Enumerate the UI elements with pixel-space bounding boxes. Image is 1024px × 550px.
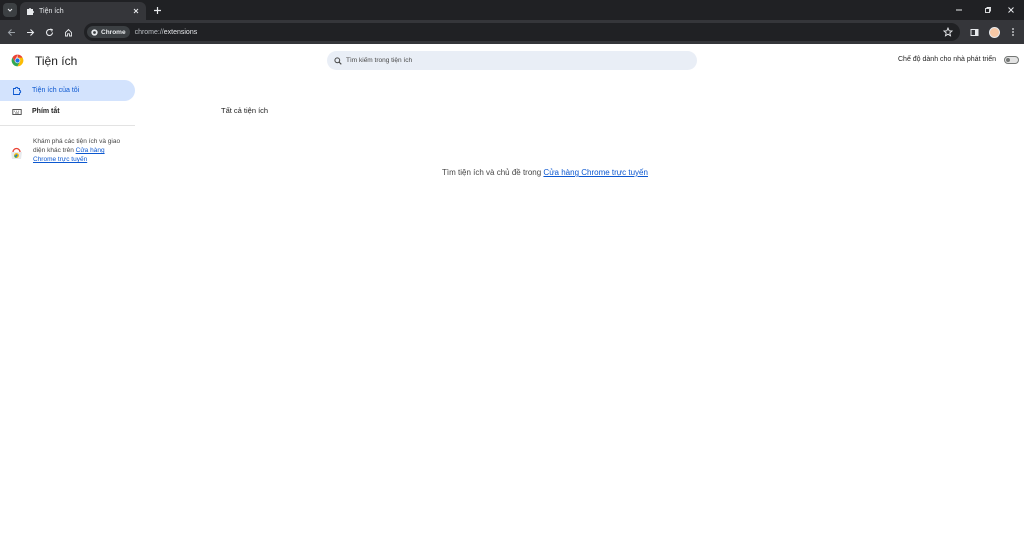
search-input[interactable]: Tìm kiếm trong tiện ích	[327, 51, 697, 70]
address-bar[interactable]: Chrome chrome://extensions	[84, 23, 960, 41]
web-store-link[interactable]: Cửa hàng Chrome trực tuyến	[543, 168, 648, 177]
reload-button[interactable]	[42, 25, 56, 39]
avatar	[988, 26, 1000, 38]
url-scheme: chrome://	[134, 28, 164, 36]
minimize-button[interactable]	[946, 0, 972, 20]
back-button[interactable]	[4, 25, 18, 39]
chip-label: Chrome	[101, 28, 126, 36]
url-host: extensions	[163, 28, 198, 36]
extensions-header: Tiện ích Tìm kiếm trong tiện ích Chế độ …	[0, 44, 1024, 78]
url-text: chrome://extensions	[135, 29, 198, 36]
toggle-knob	[1006, 58, 1010, 62]
web-store-promo: Khám phá các tiện ích và giao diện khác …	[10, 137, 135, 164]
new-tab-button[interactable]	[150, 3, 164, 17]
dev-mode-label: Chế độ dành cho nhà phát triển	[898, 56, 997, 63]
tab-search-button[interactable]	[3, 3, 17, 17]
sidebar-item-my-extensions[interactable]: Tiện ích của tôi	[0, 80, 135, 101]
chevron-down-icon	[7, 8, 13, 12]
sidebar-item-shortcuts[interactable]: Phím tắt	[0, 101, 135, 122]
home-icon	[64, 28, 72, 36]
close-icon[interactable]	[132, 7, 140, 15]
bookmark-button[interactable]	[941, 25, 955, 39]
site-info-chip[interactable]: Chrome	[87, 26, 130, 38]
close-window-button[interactable]	[998, 0, 1024, 20]
search-icon	[334, 56, 342, 65]
browser-toolbar: Chrome chrome://extensions	[0, 20, 1024, 44]
side-panel-button[interactable]	[967, 25, 981, 39]
browser-tab[interactable]: Tiện ích	[20, 2, 146, 20]
side-panel-icon	[970, 28, 978, 36]
star-icon	[943, 27, 953, 37]
restore-icon	[985, 7, 991, 13]
tab-title: Tiện ích	[39, 7, 64, 15]
store-promo-text: Khám phá các tiện ích và giao diện khác …	[33, 137, 123, 164]
close-icon	[1008, 7, 1014, 13]
chrome-logo-icon	[91, 28, 98, 36]
chrome-web-store-icon	[11, 147, 22, 159]
empty-state-text: Tìm tiện ích và chủ đề trong	[442, 168, 544, 177]
puzzle-icon	[13, 86, 22, 95]
plus-icon	[153, 6, 161, 14]
minimize-icon	[956, 9, 962, 11]
more-vertical-icon	[1012, 28, 1014, 36]
sidebar-item-label: Tiện ích của tôi	[32, 87, 80, 94]
browser-titlebar: Tiện ích	[0, 0, 1024, 20]
keyboard-icon	[12, 108, 22, 115]
sidebar-divider	[0, 125, 135, 126]
search-placeholder: Tìm kiếm trong tiện ích	[346, 57, 413, 64]
chrome-logo-icon	[11, 54, 24, 67]
forward-button[interactable]	[23, 25, 37, 39]
page-title: Tiện ích	[35, 54, 78, 68]
puzzle-icon	[27, 8, 34, 15]
dev-mode-toggle[interactable]	[1004, 56, 1019, 64]
empty-state-message: Tìm tiện ích và chủ đề trong Cửa hàng Ch…	[0, 168, 1024, 177]
arrow-left-icon	[7, 28, 15, 36]
sidebar-item-label: Phím tắt	[32, 108, 60, 115]
reload-icon	[45, 28, 53, 36]
section-title: Tất cả tiện ích	[221, 106, 269, 115]
menu-button[interactable]	[1006, 25, 1020, 39]
profile-button[interactable]	[987, 25, 1001, 39]
home-button[interactable]	[61, 25, 75, 39]
arrow-right-icon	[26, 28, 34, 36]
